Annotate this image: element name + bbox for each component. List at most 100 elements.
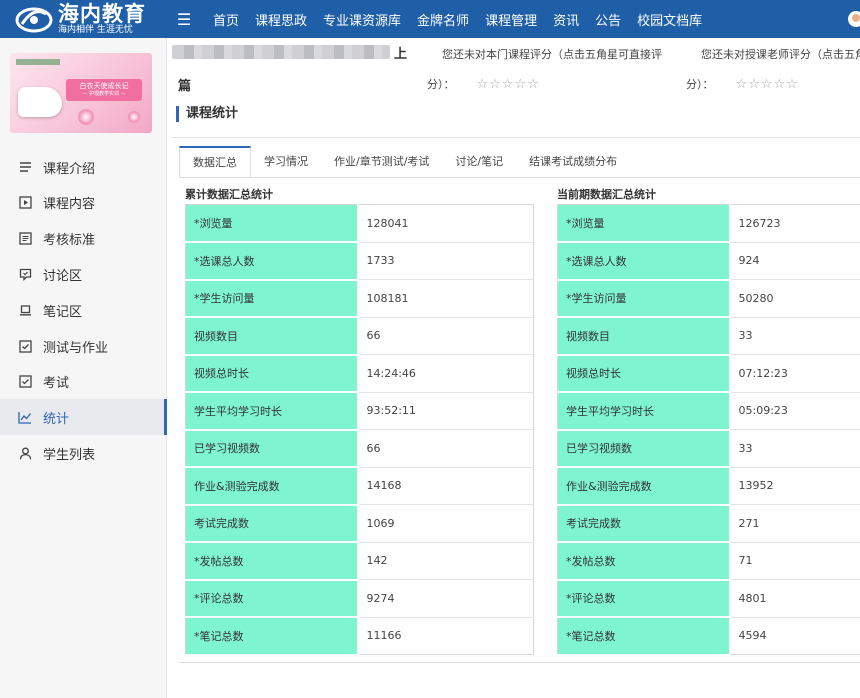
- mask-illustration: [18, 87, 62, 117]
- nav-item-course-ideology[interactable]: 课程思政: [255, 10, 307, 29]
- check-doc-icon: [18, 339, 32, 353]
- sidebar-item-course-intro[interactable]: 课程介绍: [0, 149, 167, 185]
- stat-label: *评论总数: [557, 579, 731, 618]
- stat-value: 33: [729, 429, 860, 468]
- course-rating-stars[interactable]: ☆☆☆☆☆: [477, 77, 540, 92]
- stat-value: 50280: [729, 279, 860, 318]
- tab-discussion-notes[interactable]: 讨论/笔记: [442, 146, 516, 177]
- stat-value: 33: [729, 317, 860, 355]
- tab-learning-status[interactable]: 学习情况: [251, 146, 321, 177]
- stat-value: 4801: [729, 579, 860, 618]
- stat-label: 学生平均学习时长: [557, 392, 731, 431]
- stat-label: *笔记总数: [557, 617, 731, 656]
- table-row: *笔记总数 11166: [185, 617, 534, 656]
- nav-item-news[interactable]: 资讯: [553, 10, 579, 29]
- stat-value: 4594: [729, 617, 860, 655]
- play-box-icon: [18, 195, 32, 209]
- table-row: 视频总时长 14:24:46: [185, 354, 534, 393]
- statistics-tabs: 数据汇总 学习情况 作业/章节测试/考试 讨论/笔记 结课考试成绩分布: [179, 146, 630, 177]
- chat-icon: [18, 267, 32, 281]
- table-row: 已学习视频数 33: [557, 429, 860, 468]
- stat-value: 07:12:23: [729, 354, 860, 393]
- sidebar-item-label: 课程内容: [43, 196, 96, 212]
- tab-data-summary[interactable]: 数据汇总: [179, 146, 251, 177]
- nav-item-gold-teachers[interactable]: 金牌名师: [417, 10, 469, 29]
- main-nav: 首页 课程思政 专业课资源库 金牌名师 课程管理 资讯 公告 校园文档库: [197, 0, 702, 38]
- list-icon: [18, 160, 32, 174]
- stat-label: 学生平均学习时长: [185, 392, 359, 431]
- user-icon: [18, 446, 32, 460]
- nav-item-course-management[interactable]: 课程管理: [485, 10, 537, 29]
- stat-label: *浏览量: [557, 204, 731, 243]
- nav-item-document-library[interactable]: 校园文档库: [637, 10, 702, 29]
- sidebar-item-notes[interactable]: 笔记区: [0, 292, 167, 328]
- course-cover-image[interactable]: 白衣天使成长记 — 护理教学实训 —: [10, 53, 152, 133]
- stat-value: 126723: [729, 204, 860, 243]
- sidebar-item-student-list[interactable]: 学生列表: [0, 435, 167, 471]
- tab-final-exam-distribution[interactable]: 结课考试成绩分布: [516, 146, 630, 177]
- cover-title: 白衣天使成长记: [79, 82, 129, 90]
- table-row: 考试完成数 1069: [185, 504, 534, 543]
- stat-label: 视频数目: [557, 317, 731, 356]
- table-row: *学生访问量 108181: [185, 279, 534, 318]
- cover-subtitle: — 护理教学实训 —: [82, 91, 126, 97]
- line-chart-icon: [18, 410, 32, 424]
- stat-value: 05:09:23: [729, 392, 860, 430]
- sidebar-item-label: 考试: [43, 375, 70, 391]
- stat-label: *选课总人数: [185, 242, 359, 281]
- stat-label: *发帖总数: [185, 542, 359, 581]
- stat-label: *学生访问量: [185, 279, 359, 318]
- teacher-rating-hint: 您还未对授课老师评分（点击五角: [701, 48, 860, 61]
- stat-label: *笔记总数: [185, 617, 359, 656]
- stat-value: 271: [729, 504, 860, 543]
- stat-value: 93:52:11: [357, 392, 534, 430]
- stat-label: 视频总时长: [557, 354, 731, 393]
- stat-value: 11166: [357, 617, 534, 655]
- current-table-title: 当前期数据汇总统计: [557, 188, 656, 201]
- teacher-rating-row: 分）： ☆☆☆☆☆: [686, 76, 799, 92]
- course-rating-suffix: 分）：: [427, 78, 455, 91]
- hamburger-menu-icon[interactable]: ☰: [171, 10, 197, 29]
- stat-value: 71: [729, 542, 860, 580]
- table-row: 作业&测验完成数 13952: [557, 467, 860, 506]
- sidebar-item-label: 统计: [43, 411, 70, 427]
- stat-label: 作业&测验完成数: [557, 467, 731, 506]
- stat-value: 14:24:46: [357, 354, 534, 393]
- sidebar-item-assessment-criteria[interactable]: 考核标准: [0, 220, 167, 256]
- course-rating-hint: 您还未对本门课程评分（点击五角星可直接评: [442, 48, 662, 61]
- sidebar-item-exam[interactable]: 考试: [0, 363, 167, 399]
- table-row: 考试完成数 271: [557, 504, 860, 543]
- page-title: 课程统计: [176, 106, 238, 122]
- sidebar-item-label: 学生列表: [43, 447, 96, 463]
- teacher-rating-suffix: 分）：: [686, 78, 714, 91]
- nav-item-resource-library[interactable]: 专业课资源库: [323, 10, 401, 29]
- site-logo[interactable]: 海内教育 海内相伴 生涯无忧: [0, 0, 165, 38]
- stat-value: 14168: [357, 467, 534, 505]
- stat-label: 已学习视频数: [557, 429, 731, 468]
- sidebar-item-discussion[interactable]: 讨论区: [0, 256, 167, 292]
- course-title-tail: 上: [394, 46, 408, 62]
- stat-label: *选课总人数: [557, 242, 731, 281]
- course-title-line2: 篇: [178, 79, 192, 94]
- sidebar-item-statistics[interactable]: 统计: [0, 399, 167, 435]
- school-logo: [16, 59, 60, 65]
- sidebar-item-label: 笔记区: [43, 304, 83, 320]
- cumulative-stats-table: *浏览量 128041 *选课总人数 1733 *学生访问量 108181 视频数目 6…: [185, 204, 534, 656]
- clipboard-icon: [18, 231, 32, 245]
- sidebar-item-tests-homework[interactable]: 测试与作业: [0, 328, 167, 364]
- stat-value: 1069: [357, 504, 534, 543]
- nav-item-announcements[interactable]: 公告: [595, 10, 621, 29]
- content-bottom-border: [179, 662, 860, 663]
- stat-label: 视频数目: [185, 317, 359, 356]
- nav-item-home[interactable]: 首页: [213, 10, 239, 29]
- table-row: *发帖总数 142: [185, 542, 534, 581]
- course-title: 上: [172, 44, 408, 62]
- logo-swirl-icon: [15, 7, 53, 33]
- sidebar-item-course-content[interactable]: 课程内容: [0, 184, 167, 220]
- stat-value: 13952: [729, 467, 860, 505]
- table-row: *浏览量 126723: [557, 204, 860, 243]
- user-avatar[interactable]: [848, 11, 860, 27]
- top-navigation-bar: 海内教育 海内相伴 生涯无忧 ☰ 首页 课程思政 专业课资源库 金牌名师 课程管…: [0, 0, 860, 38]
- tab-homework-tests-exams[interactable]: 作业/章节测试/考试: [321, 146, 442, 177]
- teacher-rating-stars[interactable]: ☆☆☆☆☆: [736, 77, 799, 92]
